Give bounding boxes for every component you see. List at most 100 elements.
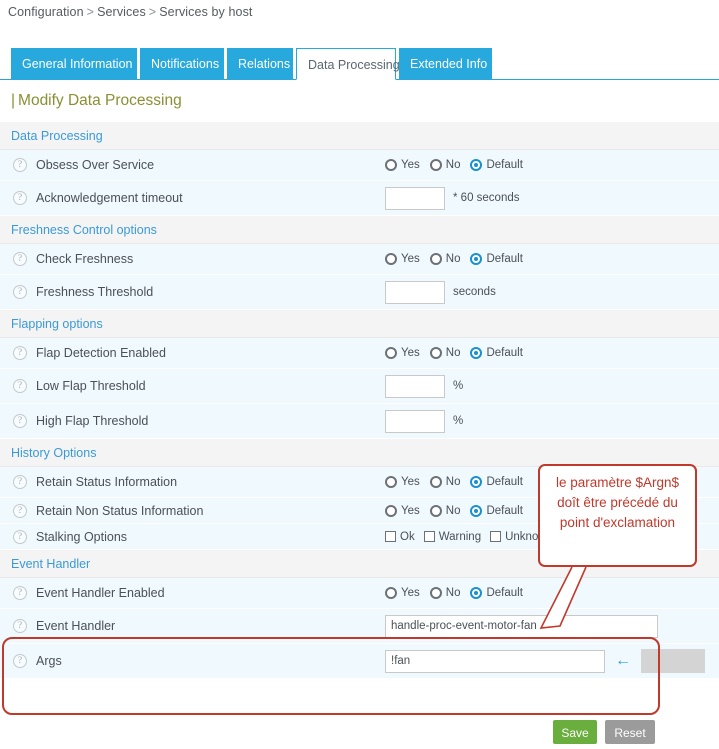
unit-label-percent: % xyxy=(453,380,463,392)
control-cell: % xyxy=(385,375,463,398)
radio-circle-icon xyxy=(385,505,397,517)
unit-label-ack: * 60 seconds xyxy=(453,192,520,204)
radio-circle-icon xyxy=(430,159,442,171)
radio-label-default: Default xyxy=(486,587,522,599)
radio-retain-non-status-no[interactable]: No xyxy=(430,505,461,517)
radio-group-retain-status: Yes No Default xyxy=(385,476,533,488)
radio-retain-non-status-default[interactable]: Default xyxy=(470,505,522,517)
help-icon[interactable]: ? xyxy=(13,530,27,544)
radio-obsess-default[interactable]: Default xyxy=(470,159,522,171)
radio-retain-status-default[interactable]: Default xyxy=(470,476,522,488)
low-flap-threshold-input[interactable] xyxy=(385,375,445,398)
radio-label-no: No xyxy=(446,587,461,599)
radio-retain-status-no[interactable]: No xyxy=(430,476,461,488)
radio-circle-icon xyxy=(385,159,397,171)
radio-circle-icon xyxy=(430,476,442,488)
help-icon[interactable]: ? xyxy=(13,586,27,600)
radio-circle-icon xyxy=(430,505,442,517)
help-icon[interactable]: ? xyxy=(13,504,27,518)
radio-flap-default[interactable]: Default xyxy=(470,347,522,359)
field-label-args: Args xyxy=(36,654,62,668)
radio-group-obsess-over-service: Yes No Default xyxy=(385,159,533,171)
page-title-text: Modify Data Processing xyxy=(18,92,182,109)
label-cell: ? High Flap Threshold xyxy=(0,414,385,428)
acknowledgement-timeout-input[interactable] xyxy=(385,187,445,210)
radio-label-no: No xyxy=(446,159,461,171)
radio-event-handler-default[interactable]: Default xyxy=(470,587,522,599)
field-label-retain-status-information: Retain Status Information xyxy=(36,475,177,489)
label-cell: ? Event Handler Enabled xyxy=(0,586,385,600)
save-button[interactable]: Save xyxy=(553,720,597,744)
annotation-callout: le paramètre $Argn$ doît être précédé du… xyxy=(538,464,697,567)
radio-circle-checked-icon xyxy=(470,347,482,359)
field-label-stalking-options: Stalking Options xyxy=(36,530,127,544)
tab-notifications[interactable]: Notifications xyxy=(140,48,224,80)
radio-label-no: No xyxy=(446,347,461,359)
radio-label-yes: Yes xyxy=(401,159,420,171)
help-icon[interactable]: ? xyxy=(13,619,27,633)
help-icon[interactable]: ? xyxy=(13,654,27,668)
checkbox-stalking-warning[interactable]: Warning xyxy=(424,531,481,543)
tab-extended-info[interactable]: Extended Info xyxy=(399,48,492,80)
args-placeholder-box xyxy=(641,649,705,673)
control-cell: seconds xyxy=(385,281,496,304)
help-icon[interactable]: ? xyxy=(13,475,27,489)
page-root: Configuration>Services>Services by host … xyxy=(0,0,719,749)
breadcrumb-item-services[interactable]: Services xyxy=(97,5,146,19)
radio-check-freshness-no[interactable]: No xyxy=(430,253,461,265)
arrow-left-icon[interactable]: ← xyxy=(615,653,631,669)
control-cell: % xyxy=(385,410,463,433)
button-bar: Save Reset xyxy=(0,715,719,749)
row-low-flap-threshold: ? Low Flap Threshold % xyxy=(0,369,719,404)
radio-event-handler-no[interactable]: No xyxy=(430,587,461,599)
label-cell: ? Freshness Threshold xyxy=(0,285,385,299)
tab-data-processing[interactable]: Data Processing xyxy=(296,48,396,80)
help-icon[interactable]: ? xyxy=(13,285,27,299)
help-icon[interactable]: ? xyxy=(13,414,27,428)
radio-retain-status-yes[interactable]: Yes xyxy=(385,476,420,488)
reset-button[interactable]: Reset xyxy=(605,720,655,744)
radio-label-yes: Yes xyxy=(401,505,420,517)
radio-retain-non-status-yes[interactable]: Yes xyxy=(385,505,420,517)
row-args: ? Args ← xyxy=(0,644,719,679)
radio-obsess-no[interactable]: No xyxy=(430,159,461,171)
breadcrumb-item-services-by-host[interactable]: Services by host xyxy=(159,5,252,19)
field-label-event-handler: Event Handler xyxy=(36,619,115,633)
radio-obsess-yes[interactable]: Yes xyxy=(385,159,420,171)
high-flap-threshold-input[interactable] xyxy=(385,410,445,433)
radio-flap-no[interactable]: No xyxy=(430,347,461,359)
help-icon[interactable]: ? xyxy=(13,191,27,205)
row-freshness-threshold: ? Freshness Threshold seconds xyxy=(0,275,719,310)
event-handler-input[interactable] xyxy=(385,615,658,638)
freshness-threshold-input[interactable] xyxy=(385,281,445,304)
label-cell: ? Retain Status Information xyxy=(0,475,385,489)
radio-check-freshness-default[interactable]: Default xyxy=(470,253,522,265)
args-input[interactable] xyxy=(385,650,605,673)
checkbox-stalking-ok[interactable]: Ok xyxy=(385,531,415,543)
breadcrumb-item-configuration[interactable]: Configuration xyxy=(8,5,84,19)
tab-relations[interactable]: Relations xyxy=(227,48,293,80)
field-label-retain-non-status-information: Retain Non Status Information xyxy=(36,504,203,518)
help-icon[interactable]: ? xyxy=(13,379,27,393)
field-label-event-handler-enabled: Event Handler Enabled xyxy=(36,586,165,600)
radio-circle-checked-icon xyxy=(470,476,482,488)
radio-label-default: Default xyxy=(486,505,522,517)
radio-event-handler-yes[interactable]: Yes xyxy=(385,587,420,599)
tab-bar: General Information Notifications Relati… xyxy=(0,48,719,80)
field-label-check-freshness: Check Freshness xyxy=(36,252,133,266)
radio-label-yes: Yes xyxy=(401,347,420,359)
control-cell xyxy=(385,615,658,638)
help-icon[interactable]: ? xyxy=(13,158,27,172)
radio-circle-checked-icon xyxy=(470,159,482,171)
row-event-handler: ? Event Handler xyxy=(0,609,719,644)
help-icon[interactable]: ? xyxy=(13,252,27,266)
label-cell: ? Args xyxy=(0,654,385,668)
radio-label-yes: Yes xyxy=(401,587,420,599)
page-title: |Modify Data Processing xyxy=(11,92,182,110)
tab-general-information[interactable]: General Information xyxy=(11,48,137,80)
radio-check-freshness-yes[interactable]: Yes xyxy=(385,253,420,265)
field-label-acknowledgement-timeout: Acknowledgement timeout xyxy=(36,191,183,205)
radio-group-event-handler-enabled: Yes No Default xyxy=(385,587,533,599)
radio-flap-yes[interactable]: Yes xyxy=(385,347,420,359)
help-icon[interactable]: ? xyxy=(13,346,27,360)
